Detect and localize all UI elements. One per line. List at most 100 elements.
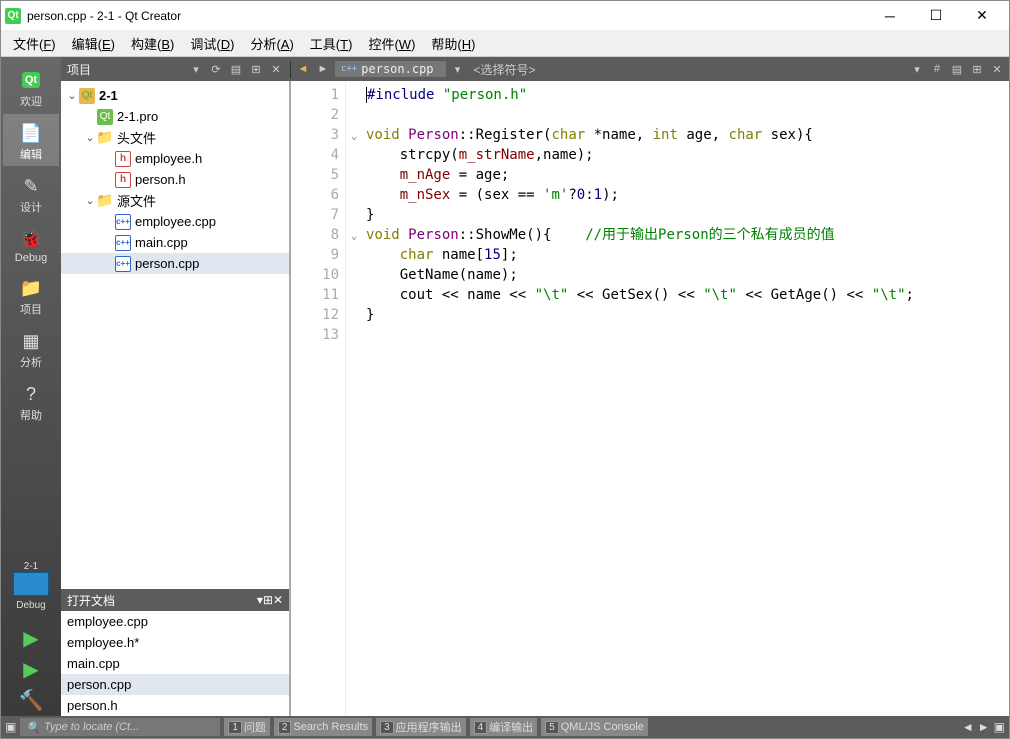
symbol-dropdown-icon[interactable]: ▾ [909,61,925,77]
mode-label: 分析 [20,354,42,370]
titlebar: Qt person.cpp - 2-1 - Qt Creator ─ ☐ ✕ [1,1,1009,31]
tree-sources-folder[interactable]: ⌄📁源文件 [61,190,289,211]
tree-pro-file[interactable]: Qt2-1.pro [61,106,289,127]
cpp-tab-icon: c++ [341,64,357,74]
code-line-13[interactable] [366,325,1009,345]
close-status-icon[interactable]: ▣ [994,720,1005,734]
code-line-4[interactable]: strcpy(m_strName,name); [366,145,1009,165]
folder-icon: 📁 [97,130,113,146]
code-area[interactable]: #include "person.h"void Person::Register… [362,81,1009,716]
nav-fwd-icon[interactable]: ► [315,61,331,77]
mode-设计[interactable]: ✎设计 [3,167,59,219]
close-pane-icon[interactable]: ✕ [268,61,284,77]
menu-w[interactable]: 控件(W) [360,32,423,55]
expand-icon[interactable]: ⌄ [65,89,79,102]
code-line-2[interactable] [366,105,1009,125]
tree-file-employee.cpp[interactable]: c++employee.cpp [61,211,289,232]
menu-a[interactable]: 分析(A) [242,32,301,55]
tree-headers-folder[interactable]: ⌄📁头文件 [61,127,289,148]
split-editor-icon[interactable]: ▤ [949,61,965,77]
code-line-8[interactable]: void Person::ShowMe(){ //用于输出Person的三个私有… [366,225,1009,245]
project-tree[interactable]: ⌄Qt2-1Qt2-1.pro⌄📁头文件hemployee.hhperson.h… [61,81,289,589]
tree-file-employee.h[interactable]: hemployee.h [61,148,289,169]
design-icon: ✎ [15,173,47,199]
proj-icon: 📁 [15,275,47,301]
filter2-icon[interactable]: ▤ [228,61,244,77]
tree-label: 头文件 [117,128,156,147]
file-tab[interactable]: c++ person.cpp [335,61,446,77]
menu-h[interactable]: 帮助(H) [423,32,483,55]
open-doc-main.cpp[interactable]: main.cpp [61,653,289,674]
open-docs-list[interactable]: employee.cppemployee.h*main.cppperson.cp… [61,611,289,716]
code-line-6[interactable]: m_nSex = (sex == 'm'?0:1); [366,185,1009,205]
output-4[interactable]: 4编译输出 [470,718,538,736]
mode-欢迎[interactable]: Qt欢迎 [3,61,59,113]
search-icon: 🔍 [26,721,40,734]
menu-b[interactable]: 构建(B) [123,32,182,55]
output-1[interactable]: 1问题 [224,718,270,736]
menu-e[interactable]: 编辑(E) [64,32,123,55]
menu-f[interactable]: 文件(F) [5,32,64,55]
mode-编辑[interactable]: 📄编辑 [3,114,59,166]
mode-分析[interactable]: ▦分析 [3,322,59,374]
mode-帮助[interactable]: ?帮助 [3,375,59,427]
fold-icon[interactable]: ⌄ [346,125,362,145]
tree-file-main.cpp[interactable]: c++main.cpp [61,232,289,253]
nav-back-icon[interactable]: ◄ [295,61,311,77]
fold-icon [346,85,362,105]
next-issue-icon[interactable]: ► [978,720,990,734]
output-5[interactable]: 5QML/JS Console [541,718,648,736]
open-doc-employee.h*[interactable]: employee.h* [61,632,289,653]
open-docs-split-icon[interactable]: ⊞ [263,593,273,607]
open-docs-close-icon[interactable]: ✕ [273,593,283,607]
code-line-12[interactable]: } [366,305,1009,325]
code-line-1[interactable]: #include "person.h" [366,85,1009,105]
run-debug-icon: ▶ [15,656,47,682]
project-combo[interactable]: 项目 [67,61,184,78]
mode-sidebar: Qt欢迎📄编辑✎设计🐞Debug📁项目▦分析?帮助2-1Debug▶▶🔨 [1,57,61,716]
code-line-10[interactable]: GetName(name); [366,265,1009,285]
tree-file-person.cpp[interactable]: c++person.cpp [61,253,289,274]
code-line-3[interactable]: void Person::Register(char *name, int ag… [366,125,1009,145]
kit-selector[interactable]: 2-1Debug [3,553,59,615]
symbol-combo[interactable]: <选择符号> [470,61,905,78]
close-editor-icon[interactable]: ✕ [989,61,1005,77]
open-doc-person.h[interactable]: person.h [61,695,289,716]
mode-Debug[interactable]: 🐞Debug [3,220,59,268]
output-2[interactable]: 2Search Results [274,718,372,736]
mode-项目[interactable]: 📁项目 [3,269,59,321]
output-3[interactable]: 3应用程序输出 [376,718,466,736]
open-doc-employee.cpp[interactable]: employee.cpp [61,611,289,632]
file-dropdown-icon[interactable]: ▾ [450,61,466,77]
prev-issue-icon[interactable]: ◄ [962,720,974,734]
menu-t[interactable]: 工具(T) [302,32,361,55]
run-debug-button[interactable]: ▶ [3,654,59,684]
run-button[interactable]: ▶ [3,623,59,653]
code-line-11[interactable]: cout << name << "\t" << GetSex() << "\t"… [366,285,1009,305]
maximize-button[interactable]: ☐ [913,1,959,31]
fold-column[interactable]: ⌄⌄ [346,81,362,716]
filter-icon[interactable]: ▾ [188,61,204,77]
tree-project[interactable]: ⌄Qt2-1 [61,85,289,106]
tree-file-person.h[interactable]: hperson.h [61,169,289,190]
split-add-icon[interactable]: ⊞ [969,61,985,77]
code-line-5[interactable]: m_nAge = age; [366,165,1009,185]
open-doc-person.cpp[interactable]: person.cpp [61,674,289,695]
sync-icon[interactable]: ⟳ [208,61,224,77]
menu-d[interactable]: 调试(D) [182,32,242,55]
minimize-button[interactable]: ─ [867,1,913,31]
expand-icon[interactable]: ⌄ [83,194,97,207]
code-line-9[interactable]: char name[15]; [366,245,1009,265]
build-button[interactable]: 🔨 [3,685,59,715]
fold-icon[interactable]: ⌄ [346,225,362,245]
mode-label: 设计 [20,199,42,215]
expand-icon[interactable]: ⌄ [83,131,97,144]
locator-input[interactable]: 🔍 Type to locate (Ct... [20,718,220,736]
split-icon[interactable]: ⊞ [248,61,264,77]
code-line-7[interactable]: } [366,205,1009,225]
output-toggle-icon[interactable]: ▣ [5,720,16,734]
close-button[interactable]: ✕ [959,1,1005,31]
menubar: 文件(F)编辑(E)构建(B)调试(D)分析(A)工具(T)控件(W)帮助(H) [1,31,1009,57]
code-editor[interactable]: 12345678910111213 ⌄⌄ #include "person.h"… [291,81,1009,716]
fold-icon [346,325,362,345]
